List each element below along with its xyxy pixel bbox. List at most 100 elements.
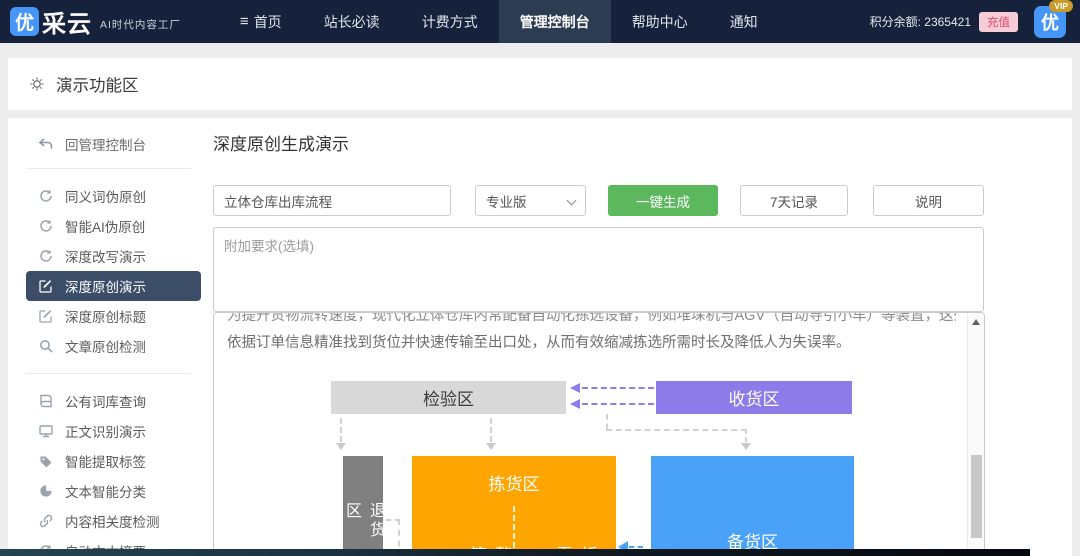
- dashed-connector: [582, 387, 654, 389]
- sidebar-item-public-lexicon[interactable]: 公有词库查询: [20, 386, 213, 416]
- nav-label: 首页: [254, 12, 282, 32]
- topic-input[interactable]: [213, 185, 451, 216]
- diagram-picking-zone: 拣货区 整箱 拆零: [412, 456, 616, 556]
- version-select[interactable]: 专业版: [475, 185, 586, 216]
- help-button[interactable]: 说明: [873, 185, 984, 216]
- sidebar-item-smart-tag-extraction[interactable]: 智能提取标签: [20, 446, 213, 476]
- diagram-inspection-zone: 检验区: [331, 381, 566, 414]
- dashed-connector: [629, 546, 643, 548]
- book-icon: [38, 394, 53, 409]
- sidebar: 回管理控制台 同义词伪原创: [20, 118, 213, 556]
- navbar-right: 积分余额: 2365421 充值 优 VIP: [870, 0, 1080, 43]
- arrow-down-icon: [741, 443, 751, 450]
- nav-item-help-center[interactable]: 帮助中心: [611, 0, 709, 43]
- zone-label: 退货区: [339, 502, 387, 556]
- sidebar-item-ai-rewrite[interactable]: 智能AI伪原创: [20, 211, 213, 241]
- sidebar-item-label: 文本智能分类: [65, 481, 146, 501]
- sidebar-item-deep-rewrite-demo[interactable]: 深度改写演示: [20, 241, 213, 271]
- main-content: 深度原创生成演示 专业版 一键生成 7天记录 说明 为提升货物流转速度，现代化立…: [213, 118, 993, 317]
- search-icon: [38, 339, 53, 354]
- edit-icon: [38, 279, 53, 294]
- dashed-connector: [340, 418, 342, 442]
- zone-label: 收货区: [729, 385, 780, 410]
- sidebar-item-label: 内容相关度检测: [65, 511, 160, 531]
- sidebar-item-label: 智能AI伪原创: [65, 216, 145, 236]
- sidebar-item-label: 深度改写演示: [65, 246, 146, 266]
- diagram-staging-zone: 备货区: [651, 456, 854, 556]
- sidebar-item-text-classification[interactable]: 文本智能分类: [20, 476, 213, 506]
- dashed-connector: [745, 429, 747, 442]
- sidebar-item-label: 正文识别演示: [65, 421, 146, 441]
- refresh-icon: [38, 189, 53, 204]
- generator-form-row: 专业版 一键生成 7天记录 说明: [213, 185, 993, 216]
- pie-chart-icon: [38, 484, 53, 499]
- sidebar-item-synonym-rewrite[interactable]: 同义词伪原创: [20, 181, 213, 211]
- nav-item-admin-console[interactable]: 管理控制台: [499, 0, 611, 43]
- seven-day-records-button[interactable]: 7天记录: [740, 185, 848, 216]
- footer-strip: [0, 549, 1030, 556]
- app-root: 优 采云 AI时代内容工厂 ≡ 首页 站长必读 计费方式 管理控制台 帮助中心 …: [0, 0, 1080, 556]
- arrow-down-icon: [336, 443, 346, 450]
- sidebar-item-originality-check[interactable]: 文章原创检测: [20, 331, 213, 361]
- main-nav: ≡ 首页 站长必读 计费方式 管理控制台 帮助中心 通知: [219, 0, 779, 43]
- refresh-icon: [38, 219, 53, 234]
- arrow-down-icon: [486, 443, 496, 450]
- result-text-line-clipped: 为提升货物流转速度，现代化立体仓库内常配备自动化拣选设备，例如堆垛机与AGV（自…: [227, 312, 956, 325]
- logo-badge-icon: 优: [10, 7, 39, 36]
- dashed-connector: [606, 429, 747, 431]
- recharge-button[interactable]: 充值: [979, 12, 1018, 32]
- zone-label: 拣货区: [412, 470, 616, 495]
- sidebar-item-label: 同义词伪原创: [65, 186, 146, 206]
- monitor-icon: [38, 424, 53, 439]
- nav-item-pricing[interactable]: 计费方式: [401, 0, 499, 43]
- extra-requirements-textarea[interactable]: [213, 227, 984, 312]
- link-icon: [38, 514, 53, 529]
- version-select-value: 专业版: [486, 191, 527, 211]
- sidebar-group-2: 公有词库查询 正文识别演示 智能提取: [20, 386, 213, 556]
- brand-logo[interactable]: 优 采云 AI时代内容工厂: [0, 0, 181, 43]
- nav-item-home[interactable]: ≡ 首页: [219, 0, 303, 43]
- sidebar-divider: [26, 168, 191, 169]
- diagram-return-zone: 退货区: [343, 456, 383, 556]
- logo-tagline: AI时代内容工厂: [100, 17, 181, 32]
- sidebar-group-1: 同义词伪原创 智能AI伪原创 深度改: [20, 181, 213, 361]
- sidebar-item-deep-original-title[interactable]: 深度原创标题: [20, 301, 213, 331]
- nav-item-webmaster-guide[interactable]: 站长必读: [303, 0, 401, 43]
- scrollbar-thumb[interactable]: [971, 455, 982, 538]
- page-title: 演示功能区: [56, 72, 139, 96]
- back-arrow-icon: [38, 137, 53, 152]
- user-avatar-wrap: 优 VIP: [1034, 6, 1066, 38]
- generate-button[interactable]: 一键生成: [608, 185, 718, 216]
- refresh-icon: [38, 249, 53, 264]
- sidebar-item-label: 回管理控制台: [65, 134, 146, 154]
- sidebar-item-relevance-detection[interactable]: 内容相关度检测: [20, 506, 213, 536]
- nav-label: 通知: [730, 12, 758, 32]
- nav-label: 站长必读: [324, 12, 380, 32]
- panel-scrollbar[interactable]: [967, 313, 984, 555]
- dashed-connector: [582, 403, 654, 405]
- sidebar-item-label: 智能提取标签: [65, 451, 146, 471]
- arrow-left-icon: [570, 383, 580, 393]
- sidebar-item-label: 深度原创标题: [65, 306, 146, 326]
- credits-balance: 积分余额: 2365421: [870, 13, 971, 30]
- nav-item-notifications[interactable]: 通知: [709, 0, 779, 43]
- sidebar-item-deep-original-demo[interactable]: 深度原创演示: [26, 271, 201, 301]
- sidebar-divider: [26, 373, 191, 374]
- list-icon: ≡: [240, 13, 249, 30]
- sidebar-item-body-text-recognition[interactable]: 正文识别演示: [20, 416, 213, 446]
- dashed-connector: [490, 418, 492, 442]
- dashed-connector: [606, 414, 608, 429]
- sidebar-item-back-to-console[interactable]: 回管理控制台: [20, 132, 213, 156]
- result-text-line: 依据订单信息精准找到货位并快速传输至出口处，从而有效缩减拣选所需时长及降低人为失…: [227, 331, 956, 352]
- gear-icon: [29, 76, 45, 92]
- page-header: 演示功能区: [8, 58, 1072, 110]
- content-card: 回管理控制台 同义词伪原创: [8, 118, 1072, 556]
- top-navbar: 优 采云 AI时代内容工厂 ≡ 首页 站长必读 计费方式 管理控制台 帮助中心 …: [0, 0, 1080, 43]
- sidebar-item-label: 深度原创演示: [65, 276, 146, 296]
- logo-brand-text: 采云: [42, 4, 92, 39]
- edit-icon: [38, 309, 53, 324]
- tag-icon: [38, 454, 53, 469]
- arrow-left-icon: [570, 399, 580, 409]
- vip-badge: VIP: [1049, 0, 1073, 12]
- scroll-up-icon[interactable]: [972, 319, 980, 325]
